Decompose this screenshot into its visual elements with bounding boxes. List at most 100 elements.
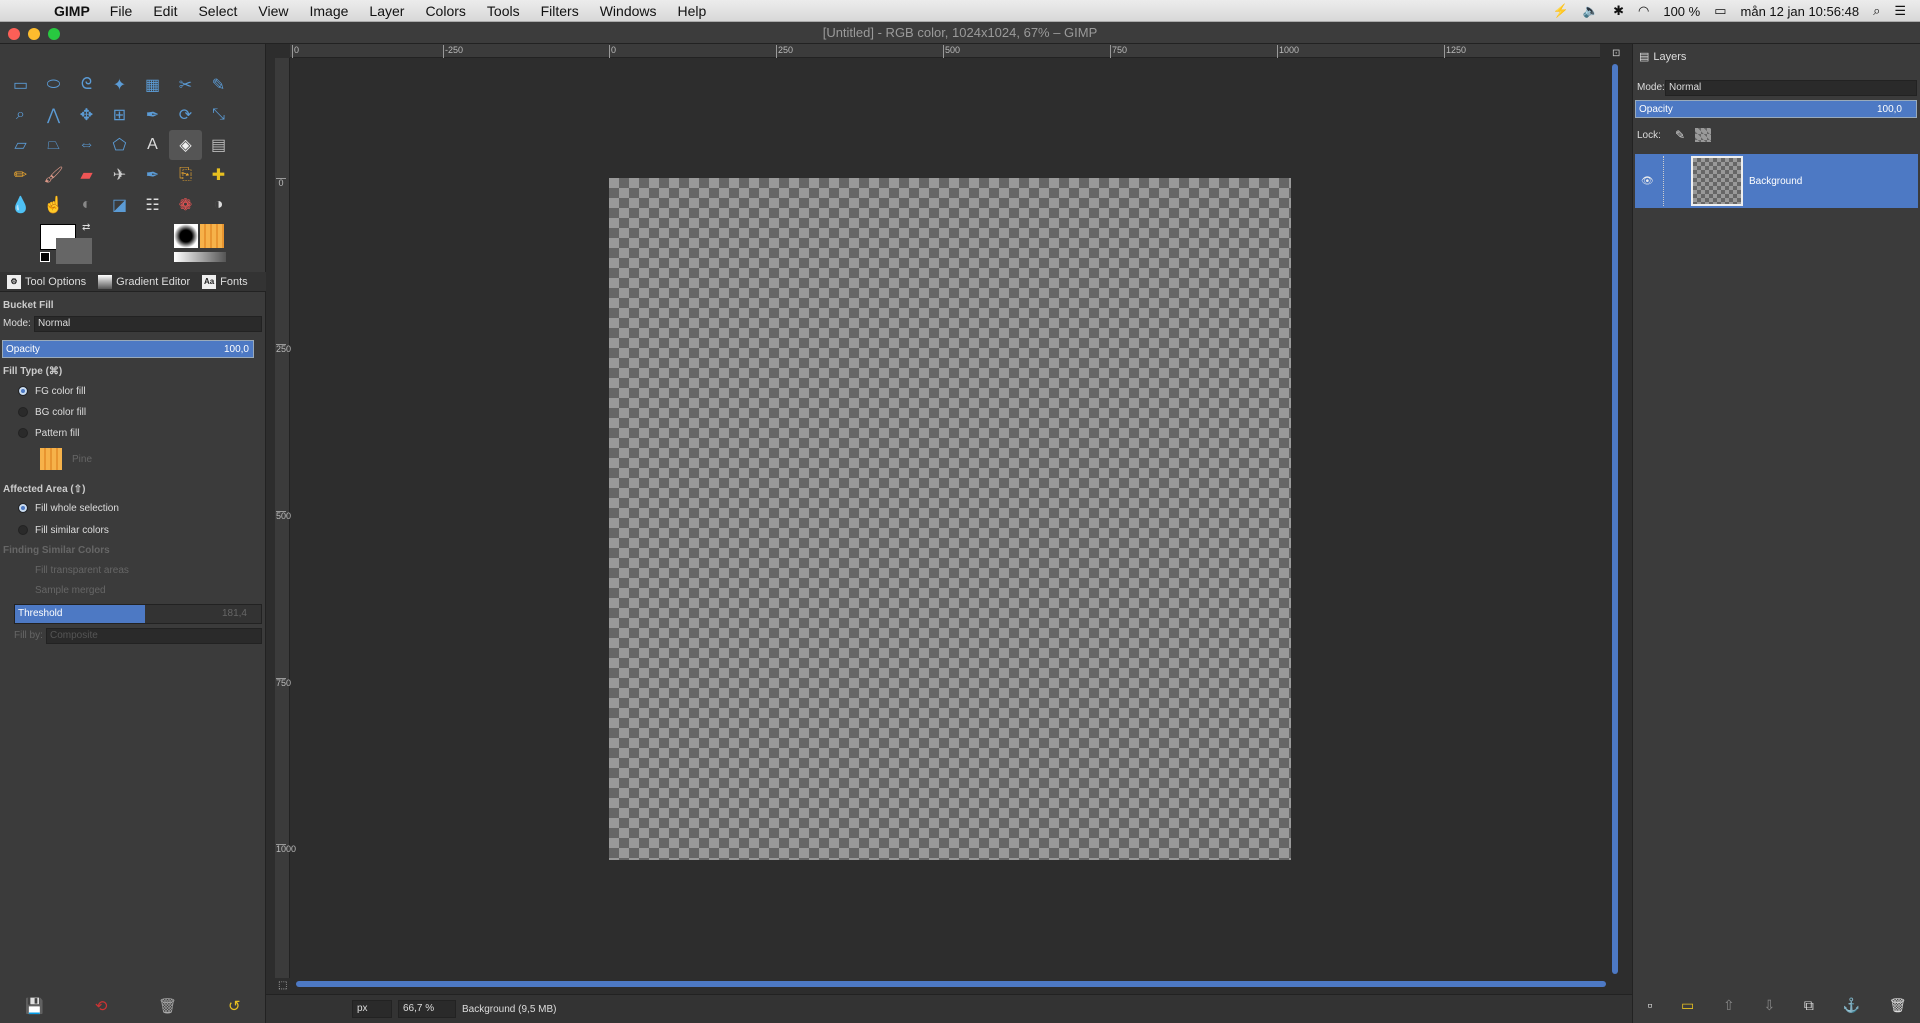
layer-name[interactable]: Background — [1749, 176, 1802, 187]
bg-fill-radio[interactable] — [18, 407, 28, 417]
dodge-burn-icon[interactable]: ◐ — [70, 190, 103, 220]
cage-transform-icon[interactable]: ⬠ — [103, 130, 136, 160]
menu-layer[interactable]: Layer — [369, 3, 404, 19]
rotate-icon[interactable]: ⟳ — [169, 100, 202, 130]
image-canvas[interactable] — [609, 178, 1291, 860]
text-icon[interactable]: A — [136, 130, 169, 160]
flip-icon[interactable]: ⇔ — [70, 130, 103, 160]
anchor-layer-icon[interactable]: ⚓ — [1843, 997, 1860, 1014]
shear-icon[interactable]: ▱ — [4, 130, 37, 160]
menu-image[interactable]: Image — [309, 3, 348, 19]
menu-select[interactable]: Select — [198, 3, 237, 19]
notification-icon[interactable]: ☰ — [1894, 3, 1906, 19]
layers-tab[interactable]: ▤ Layers — [1639, 50, 1686, 64]
paintbrush-icon[interactable]: 🖌 — [37, 160, 70, 190]
move-icon[interactable]: ✥ — [70, 100, 103, 130]
lock-pixels-icon[interactable]: ✎ — [1675, 128, 1685, 142]
fill-similar-radio[interactable] — [18, 525, 28, 535]
delete-layer-icon[interactable]: 🗑 — [1889, 997, 1907, 1014]
clock[interactable]: mån 12 jan 10:56:48 — [1741, 4, 1860, 19]
menu-edit[interactable]: Edit — [153, 3, 177, 19]
bucket-fill-icon[interactable]: ◈ — [169, 130, 202, 160]
menu-tools[interactable]: Tools — [487, 3, 520, 19]
menu-colors[interactable]: Colors — [425, 3, 465, 19]
menu-app[interactable]: GIMP — [54, 3, 90, 19]
duplicate-layer-icon[interactable]: ⧉ — [1804, 997, 1814, 1014]
battery-icon[interactable]: ▭ — [1714, 3, 1726, 19]
layer-row[interactable]: 👁 Background — [1635, 154, 1918, 208]
paths-icon[interactable]: ⋀ — [37, 100, 70, 130]
color-picker-icon[interactable]: ✒ — [136, 100, 169, 130]
pattern-preview[interactable] — [200, 224, 224, 248]
mode-select[interactable]: Normal — [34, 316, 262, 332]
foreground-select-icon[interactable]: ✎ — [202, 70, 235, 100]
tab-tool-options[interactable]: ⚙ Tool Options — [4, 273, 89, 291]
zoom-select[interactable]: 66,7 % — [398, 1000, 456, 1018]
smudge-icon[interactable]: ☝ — [37, 190, 70, 220]
save-tool-options-icon[interactable]: 💾 — [25, 997, 44, 1015]
battery-label[interactable]: 100 % — [1663, 4, 1700, 19]
swap-colors-icon[interactable]: ⇄ — [82, 222, 90, 233]
pencil-icon[interactable]: ✏ — [4, 160, 37, 190]
gradient-preview[interactable] — [174, 252, 226, 262]
opacity-slider[interactable]: Opacity 100,0 — [2, 340, 254, 358]
ellipse-select-icon[interactable]: ⬭ — [37, 70, 70, 100]
menu-file[interactable]: File — [110, 3, 133, 19]
default-colors-icon[interactable] — [40, 252, 50, 262]
clone-icon[interactable]: ⎘ — [169, 160, 202, 190]
eye-icon[interactable]: 👁 — [1641, 176, 1654, 187]
vertical-ruler[interactable]: 0 250 500 750 1000 — [275, 58, 296, 978]
spotlight-icon[interactable]: ⌕ — [1873, 3, 1880, 19]
horizontal-ruler[interactable]: 0 -250 0 250 500 750 1000 1250 — [290, 44, 1600, 58]
volume-icon[interactable]: 🔈 — [1583, 3, 1599, 19]
measure-icon[interactable]: ◪ — [103, 190, 136, 220]
new-layer-icon[interactable]: ▫ — [1647, 997, 1652, 1014]
zoom-on-resize-icon[interactable]: ⊡ — [1612, 48, 1620, 59]
airbrush-icon[interactable]: ✈ — [103, 160, 136, 190]
wifi-icon[interactable]: ◠ — [1638, 3, 1649, 19]
menu-windows[interactable]: Windows — [600, 3, 657, 19]
fill-whole-radio[interactable] — [18, 503, 28, 513]
ink-icon[interactable]: ✒ — [136, 160, 169, 190]
pattern-fill-radio[interactable] — [18, 428, 28, 438]
pattern-swatch[interactable] — [40, 448, 62, 470]
color-balance-icon[interactable]: ❁ — [169, 190, 202, 220]
layer-mode-select[interactable]: Normal — [1665, 80, 1917, 96]
bluetooth-icon[interactable]: ✱ — [1613, 3, 1624, 19]
raise-layer-icon[interactable]: ⇧ — [1723, 997, 1735, 1014]
zoom-window-button[interactable] — [48, 28, 60, 40]
select-by-color-icon[interactable]: ▦ — [136, 70, 169, 100]
lock-alpha-icon[interactable] — [1695, 128, 1711, 142]
heal-icon[interactable]: ✚ — [202, 160, 235, 190]
background-color-swatch[interactable] — [56, 238, 92, 264]
menu-help[interactable]: Help — [678, 3, 707, 19]
brush-preview[interactable] — [174, 224, 198, 248]
blend-icon[interactable]: ▤ — [202, 130, 235, 160]
menu-view[interactable]: View — [258, 3, 288, 19]
fill-by-select[interactable]: Composite — [46, 628, 262, 644]
lower-layer-icon[interactable]: ⇩ — [1763, 997, 1775, 1014]
free-select-icon[interactable]: ᘓ — [70, 70, 103, 100]
close-window-button[interactable] — [8, 28, 20, 40]
scale-icon[interactable]: ⤡ — [202, 100, 235, 130]
chain-icon[interactable] — [1663, 156, 1664, 206]
new-layer-group-icon[interactable]: ▭ — [1681, 997, 1694, 1014]
threshold-icon[interactable]: ◑ — [202, 190, 235, 220]
scissors-select-icon[interactable]: ✂ — [169, 70, 202, 100]
layer-opacity-slider[interactable]: Opacity 100,0 — [1635, 100, 1917, 118]
perspective-icon[interactable]: ⏢ — [37, 130, 70, 160]
reset-tool-options-icon[interactable]: ↺ — [228, 997, 241, 1015]
zoom-icon[interactable]: ⌕ — [4, 100, 37, 130]
minimize-window-button[interactable] — [28, 28, 40, 40]
quick-mask-icon[interactable]: ⬚ — [278, 980, 287, 991]
unit-select[interactable]: px — [352, 1000, 392, 1018]
threshold-slider[interactable]: Threshold 181,4 — [14, 604, 262, 624]
power-icon[interactable]: ⚡ — [1553, 3, 1569, 19]
rect-select-icon[interactable]: ▭ — [4, 70, 37, 100]
blur-icon[interactable]: 💧 — [4, 190, 37, 220]
vertical-scrollbar[interactable] — [1612, 64, 1618, 974]
tab-gradient-editor[interactable]: Gradient Editor — [95, 273, 193, 291]
tab-fonts[interactable]: Aa Fonts — [199, 273, 251, 291]
restore-tool-options-icon[interactable]: ⟲ — [95, 997, 108, 1015]
align-icon[interactable]: ⊞ — [103, 100, 136, 130]
